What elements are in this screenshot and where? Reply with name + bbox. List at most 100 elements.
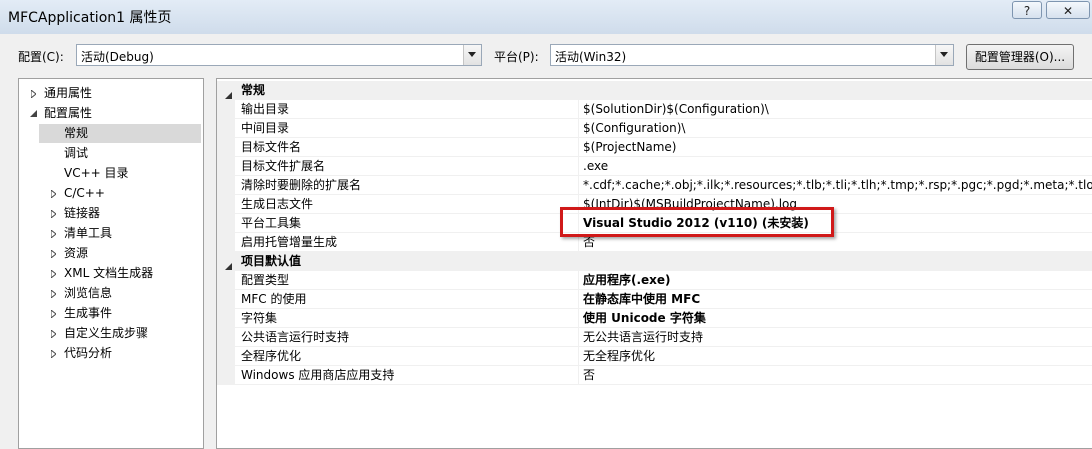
row-gutter — [217, 176, 235, 195]
column-separator[interactable] — [578, 366, 579, 385]
property-row[interactable]: Windows 应用商店应用支持 否 — [217, 366, 1092, 385]
property-category[interactable]: 常规 — [217, 81, 1092, 100]
column-separator[interactable] — [578, 290, 579, 309]
tree-item[interactable]: 资源 — [19, 244, 203, 263]
row-gutter — [217, 271, 235, 290]
window-title: MFCApplication1 属性页 — [8, 10, 172, 26]
tree-item[interactable]: 清单工具 — [19, 224, 203, 243]
tree-item[interactable]: 调试 — [19, 144, 203, 163]
tree-item[interactable]: 浏览信息 — [19, 284, 203, 303]
tree-collapsed-icon[interactable] — [49, 304, 58, 323]
property-value[interactable]: 否 — [583, 366, 595, 384]
column-separator[interactable] — [578, 100, 579, 119]
property-row[interactable]: 全程序优化 无全程序优化 — [217, 347, 1092, 366]
property-row[interactable]: 字符集 使用 Unicode 字符集 — [217, 309, 1092, 328]
property-row[interactable]: 清除时要删除的扩展名 *.cdf;*.cache;*.obj;*.ilk;*.re… — [217, 176, 1092, 195]
property-row[interactable]: 公共语言运行时支持 无公共语言运行时支持 — [217, 328, 1092, 347]
tree-collapsed-icon[interactable] — [49, 224, 58, 243]
property-value[interactable]: *.cdf;*.cache;*.obj;*.ilk;*.resources;*.… — [583, 176, 1092, 194]
tree-item[interactable]: 生成事件 — [19, 304, 203, 323]
tree-item[interactable]: 自定义生成步骤 — [19, 324, 203, 343]
property-value[interactable]: $(SolutionDir)$(Configuration)\ — [583, 100, 769, 118]
tree-collapsed-icon[interactable] — [49, 244, 58, 263]
tree-collapsed-icon[interactable] — [49, 204, 58, 223]
platform-dropdown-value: 活动(Win32) — [555, 50, 627, 64]
tree-collapsed-icon[interactable] — [49, 324, 58, 343]
tree-item-label: 自定义生成步骤 — [64, 326, 149, 340]
property-tree[interactable]: 通用属性配置属性常规调试 VC++ 目录 C/C++ 链接器清单工具资源 XML 文档生… — [18, 78, 204, 449]
config-dropdown[interactable]: 活动(Debug) — [76, 44, 482, 66]
tree-item-label: 清单工具 — [64, 226, 113, 240]
tree-item[interactable]: XML 文档生成器 — [19, 264, 203, 283]
tree-collapsed-icon[interactable] — [49, 184, 58, 203]
row-gutter — [217, 214, 235, 233]
config-toolbar: 配置(C): 活动(Debug) 平台(P): 活动(Win32) — [0, 34, 1092, 74]
property-value[interactable]: 应用程序(.exe) — [583, 271, 671, 289]
tree-item-label: 配置属性 — [44, 106, 93, 120]
property-name: 输出目录 — [241, 102, 290, 116]
property-value[interactable]: $(Configuration)\ — [583, 119, 685, 137]
platform-dropdown[interactable]: 活动(Win32) — [550, 44, 954, 66]
tree-item-label: 生成事件 — [64, 306, 113, 320]
row-gutter — [217, 347, 235, 366]
property-value[interactable]: 使用 Unicode 字符集 — [583, 309, 706, 327]
tree-item[interactable]: VC++ 目录 — [19, 164, 203, 183]
column-separator[interactable] — [578, 176, 579, 195]
tree-collapsed-icon[interactable] — [29, 84, 38, 103]
property-name: 公共语言运行时支持 — [241, 330, 350, 344]
property-category[interactable]: 项目默认值 — [217, 252, 1092, 271]
tree-item-label: 常规 — [64, 126, 89, 140]
column-separator[interactable] — [578, 119, 579, 138]
property-row[interactable]: 配置类型 应用程序(.exe) — [217, 271, 1092, 290]
tree-expanded-icon[interactable] — [29, 104, 38, 123]
column-separator[interactable] — [578, 157, 579, 176]
property-value[interactable]: 无全程序优化 — [583, 347, 655, 365]
property-name: 全程序优化 — [241, 349, 302, 363]
property-row[interactable]: MFC 的使用 在静态库中使用 MFC — [217, 290, 1092, 309]
property-grid[interactable]: 常规输出目录 $(SolutionDir)$(Configuration)\ 中间目… — [216, 78, 1092, 449]
column-separator[interactable] — [578, 309, 579, 328]
tree-item[interactable]: 常规 — [39, 124, 201, 143]
tree-collapsed-icon[interactable] — [49, 344, 58, 363]
tree-item[interactable]: 通用属性 — [19, 84, 203, 103]
title-bar: MFCApplication1 属性页 ? ✕ — [0, 0, 1092, 34]
tree-item[interactable]: 代码分析 — [19, 344, 203, 363]
close-button[interactable]: ✕ — [1046, 1, 1090, 19]
tree-item[interactable]: 配置属性 — [19, 104, 203, 123]
configuration-manager-button[interactable]: 配置管理器(O)... — [966, 44, 1074, 70]
tree-item[interactable]: C/C++ — [19, 184, 203, 203]
property-row[interactable]: 目标文件名 $(ProjectName) — [217, 138, 1092, 157]
chevron-down-icon[interactable] — [463, 45, 481, 65]
property-row[interactable]: 目标文件扩展名 .exe — [217, 157, 1092, 176]
property-value[interactable]: 在静态库中使用 MFC — [583, 290, 700, 308]
property-row[interactable]: 中间目录 $(Configuration)\ — [217, 119, 1092, 138]
property-value[interactable]: 无公共语言运行时支持 — [583, 328, 703, 346]
tree-collapsed-icon[interactable] — [49, 284, 58, 303]
row-gutter — [217, 328, 235, 347]
column-separator[interactable] — [578, 138, 579, 157]
property-value[interactable]: $(ProjectName) — [583, 138, 676, 156]
tree-item-label: XML 文档生成器 — [64, 266, 154, 280]
category-title: 常规 — [241, 83, 266, 97]
column-separator[interactable] — [578, 328, 579, 347]
tree-item-label: 浏览信息 — [64, 286, 113, 300]
column-separator[interactable] — [578, 271, 579, 290]
tree-item-label: C/C++ — [64, 186, 105, 200]
tree-collapsed-icon[interactable] — [49, 264, 58, 283]
property-value[interactable]: .exe — [583, 157, 608, 175]
chevron-down-icon[interactable] — [935, 45, 953, 65]
help-button[interactable]: ? — [1012, 1, 1042, 19]
property-name: 清除时要删除的扩展名 — [241, 178, 362, 192]
row-gutter — [217, 100, 235, 119]
row-gutter — [217, 366, 235, 385]
row-gutter — [217, 119, 235, 138]
row-gutter — [217, 138, 235, 157]
property-name: 字符集 — [241, 311, 278, 325]
tree-item-label: 通用属性 — [44, 86, 93, 100]
tree-item[interactable]: 链接器 — [19, 204, 203, 223]
property-row[interactable]: 输出目录 $(SolutionDir)$(Configuration)\ — [217, 100, 1092, 119]
platform-label: 平台(P): — [494, 50, 539, 64]
row-gutter — [217, 233, 235, 252]
row-gutter — [217, 195, 235, 214]
column-separator[interactable] — [578, 347, 579, 366]
